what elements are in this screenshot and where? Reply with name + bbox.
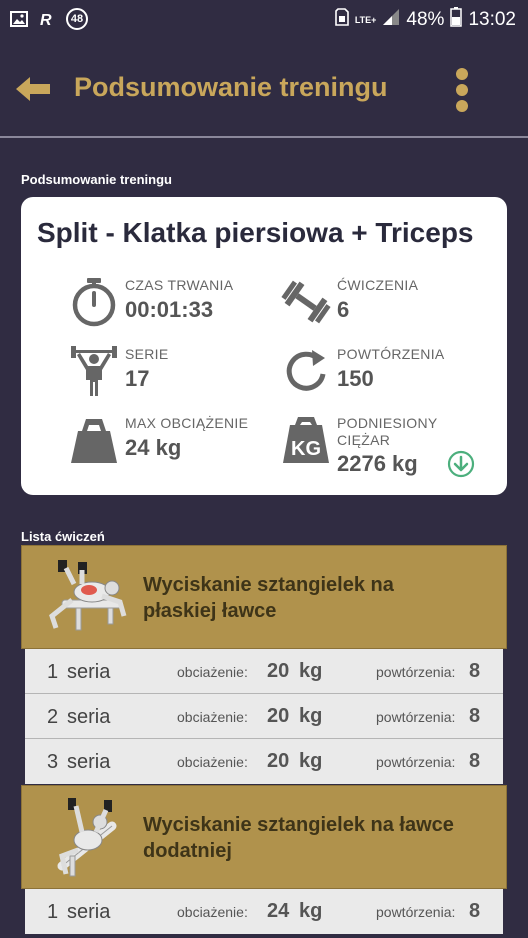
set-word: seria [67,751,111,773]
set-row: 1 seria obciażenie: 24 kg powtórzenia: 8 [25,889,503,934]
set-list: 1 seria obciażenie: 24 kg powtórzenia: 8 [25,889,503,934]
load-label: obciażenie: [177,754,248,770]
stat-label: POWTÓRZENIA [337,346,445,362]
load-value: 20 [267,750,290,772]
stat-label: ĆWICZENIA [337,277,419,293]
load-unit: kg [299,900,323,922]
reps-label: powtórzenia: [376,709,456,725]
stat-label: PODNIESIONY CIĘŻAR [337,415,438,449]
network-type: LTE+ [354,14,377,25]
reps-label: powtórzenia: [376,754,456,770]
sim-icon [335,8,349,32]
set-word: seria [67,706,111,728]
svg-text:R: R [40,12,52,28]
stat-value: 24 kg [125,435,182,460]
reps-label: powtórzenia: [376,664,456,680]
reps-label: powtórzenia: [376,904,456,920]
kettlebell-icon [71,419,117,463]
battery-percent: 48% [406,9,445,30]
set-row: 1 seria obciażenie: 20 kg powtórzenia: 8 [25,649,503,694]
app-bar: Podsumowanie treningu [0,36,528,138]
reps-value: 8 [469,705,481,727]
load-value: 24 [267,900,290,922]
exercise-name-line: Wyciskanie sztangielek na ławce [143,814,454,836]
stat-label-line: CIĘŻAR [337,432,391,448]
svg-text:KG: KG [291,438,321,460]
summary-card: Split - Klatka piersiowa + Triceps CZAS … [21,197,507,495]
stat-sets: SERIE 17 [69,346,269,400]
set-number: 2 [47,706,59,728]
notification-count-badge: 48 [66,8,88,30]
exercise-name: Wyciskanie sztangielek na ławce dodatnie… [143,812,454,864]
exercise-name: Wyciskanie sztangielek na płaskiej ławce [143,572,394,624]
stat-value: 17 [125,366,150,391]
workout-name: Split - Klatka piersiowa + Triceps [37,217,474,248]
repeat-icon [286,350,326,391]
set-number: 3 [47,751,59,773]
stat-label: SERIE [125,346,169,362]
signal-icon [382,8,400,32]
exercise-header[interactable]: Wyciskanie sztangielek na płaskiej ławce [21,545,507,649]
exercise-name-line: Wyciskanie sztangielek na [143,574,394,596]
stat-exercises: ĆWICZENIA 6 [281,277,481,331]
set-row: 2 seria obciażenie: 20 kg powtórzenia: 8 [25,694,503,739]
kg-weight-icon: KG [283,417,329,463]
status-bar: R 48 LTE+ 48% 13:02 [0,0,528,36]
stat-value: 150 [337,366,374,391]
stat-max-load: MAX OBCIĄŻENIE 24 kg [69,415,269,469]
summary-section-label: Podsumowanie treningu [21,172,172,187]
reps-value: 8 [469,660,481,682]
exercise-name-line: płaskiej ławce [143,600,277,622]
load-value: 20 [267,705,290,727]
exercise-name-line: dodatniej [143,840,232,862]
status-notifications: R 48 [10,8,88,30]
image-notification-icon [10,10,28,28]
incline-bench-press-illustration [57,798,117,877]
reps-value: 8 [469,900,481,922]
exercise-header[interactable]: Wyciskanie sztangielek na ławce dodatnie… [21,785,507,889]
stat-value: 6 [337,297,350,322]
stat-value: 00:01:33 [125,297,214,322]
download-button[interactable] [447,450,475,478]
r-app-notification-icon: R [38,10,56,28]
exercise-list-label: Lista ćwiczeń [21,529,105,544]
battery-icon [450,7,463,33]
page-title: Podsumowanie treningu [74,72,388,102]
weightlifter-icon [71,346,117,396]
back-button[interactable] [14,74,54,104]
reps-value: 8 [469,750,481,772]
stat-value: 2276 kg [337,451,418,476]
load-value: 20 [267,660,290,682]
flat-bench-press-illustration [49,560,127,631]
stat-label: CZAS TRWANIA [125,277,234,293]
menu-dot-icon [456,100,468,112]
status-system: LTE+ 48% 13:02 [335,7,516,33]
set-word: seria [67,901,111,923]
load-label: obciażenie: [177,904,248,920]
load-unit: kg [299,750,323,772]
load-unit: kg [299,705,323,727]
stat-duration: CZAS TRWANIA 00:01:33 [69,277,269,331]
clock: 13:02 [468,9,516,30]
load-unit: kg [299,660,323,682]
load-label: obciażenie: [177,664,248,680]
set-word: seria [67,661,111,683]
load-label: obciażenie: [177,709,248,725]
download-icon [447,450,475,478]
set-number: 1 [47,901,59,923]
set-list: 1 seria obciażenie: 20 kg powtórzenia: 8… [25,649,503,784]
set-number: 1 [47,661,59,683]
set-row: 3 seria obciażenie: 20 kg powtórzenia: 8 [25,739,503,784]
menu-dot-icon [456,84,468,96]
stat-label: MAX OBCIĄŻENIE [125,415,249,431]
stat-reps: POWTÓRZENIA 150 [281,346,481,400]
stopwatch-icon [72,278,116,327]
overflow-menu-button[interactable] [450,66,474,114]
menu-dot-icon [456,68,468,80]
dumbbell-icon [281,280,331,324]
stat-label-line: PODNIESIONY [337,415,438,431]
back-arrow-icon [16,77,50,101]
